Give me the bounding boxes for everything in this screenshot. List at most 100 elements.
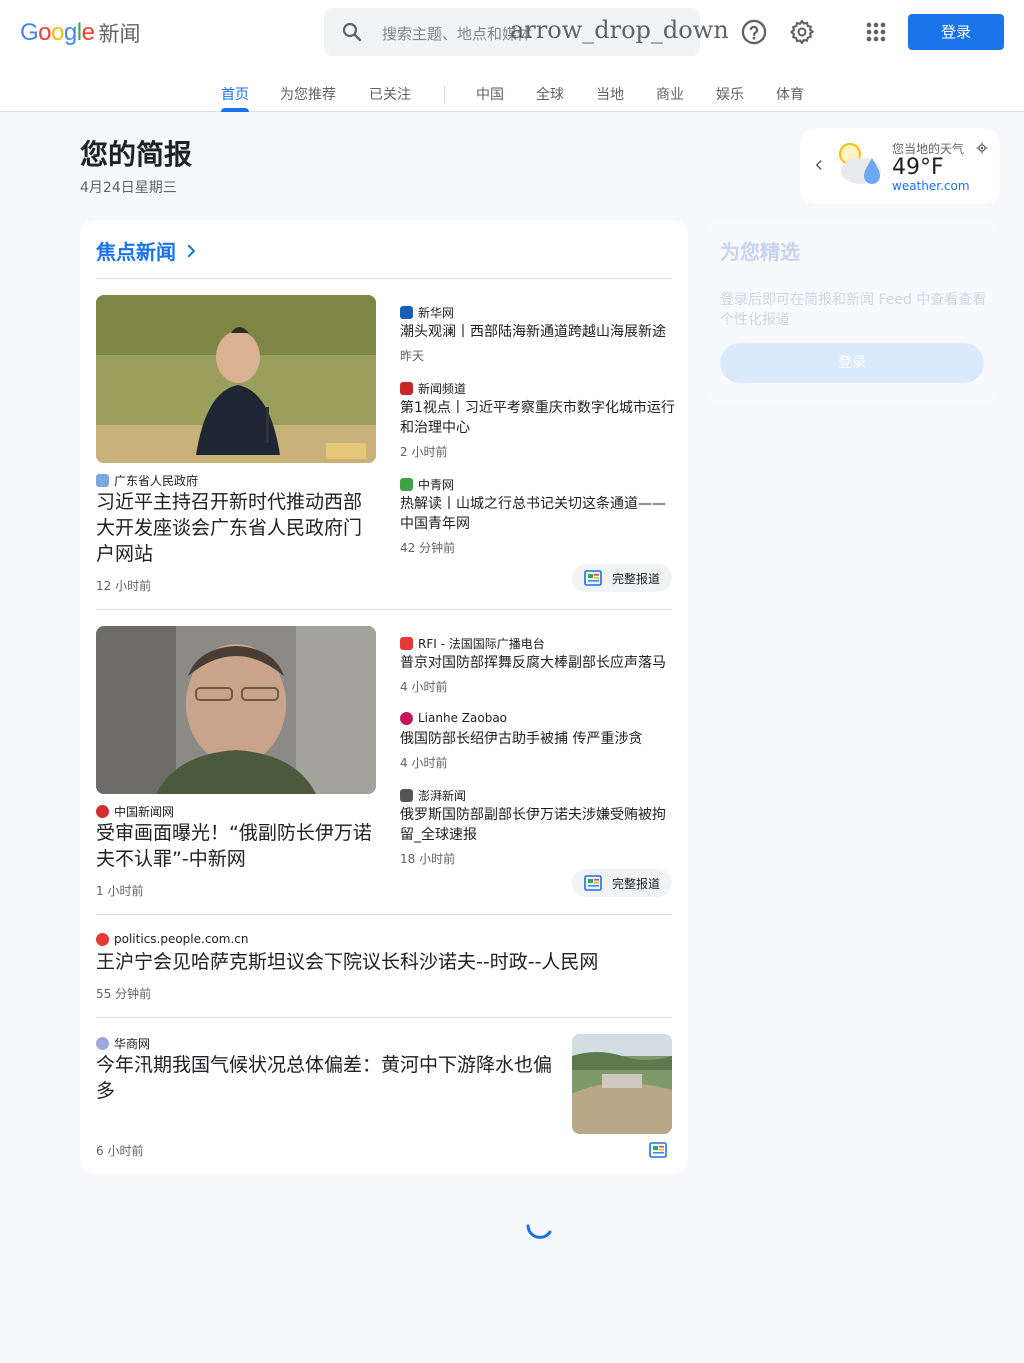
full-coverage-icon [584,570,602,586]
top-stories-card: 焦点新闻 广东省人民政府 习近平主持召开新时代推动西部大开发座谈会广东省人民政府… [80,220,688,1174]
source-news-channel[interactable]: 新闻频道 [400,380,466,397]
source-guangdong-gov[interactable]: 广东省人民政府 [96,472,198,489]
settings-gear-icon[interactable] [788,18,816,46]
source-xinhua[interactable]: 新华网 [400,304,454,321]
search-icon[interactable] [340,20,364,44]
source-rfi[interactable]: RFI - 法国国际广播电台 [400,635,545,652]
tab-for-you[interactable]: 为您推荐 [280,84,336,104]
login-button[interactable]: 登录 [908,14,1004,50]
tab-world[interactable]: 全球 [536,84,564,104]
tab-business[interactable]: 商业 [656,84,684,104]
weather-widget[interactable]: 您当地的天气 49°F weather.com [800,128,1000,204]
source-name: 中国新闻网 [114,805,175,819]
source-favicon [96,932,109,946]
timestamp: 4 小时前 [400,680,448,694]
source-zaobao[interactable]: Lianhe Zaobao [400,711,507,725]
timestamp: 4 小时前 [400,756,448,770]
source-name: 华商网 [114,1037,151,1051]
source-people[interactable]: politics.people.com.cn [96,932,248,946]
timestamp: 1 小时前 [96,884,144,898]
weather-temperature: 49°F [892,155,944,180]
location-icon [976,142,988,154]
source-name: Lianhe Zaobao [418,711,508,725]
divider [96,278,672,279]
headline-related[interactable]: 热解读丨山城之行总书记关切这条通道——中国青年网 [400,494,676,534]
timestamp: 55 分钟前 [96,987,152,1001]
timestamp: 42 分钟前 [400,541,456,555]
source-name: 广东省人民政府 [114,474,199,488]
top-bar: Google 新闻 搜索主题、地点和媒体 arrow_drop_down 登录 … [0,0,1024,112]
briefing-date: 4月24日星期三 [80,180,177,196]
picks-login-button[interactable]: 登录 [720,343,984,383]
top-stories-title[interactable]: 焦点新闻 [96,236,176,265]
picks-title: 为您精选 [720,240,800,264]
flood-photo [572,1034,672,1134]
divider [96,1017,672,1018]
source-favicon [96,474,109,487]
source-favicon [400,637,413,650]
timestamp: 2 小时前 [400,445,448,459]
chevron-left-icon[interactable] [812,158,826,172]
timestamp: 12 小时前 [96,579,152,593]
active-tab-indicator [221,108,249,112]
tab-home[interactable]: 首页 [221,84,249,104]
full-coverage-button[interactable]: 完整报道 [572,564,673,592]
story-image-courtroom[interactable] [96,626,376,794]
weather-sun-rain-icon [839,143,881,184]
full-coverage-icon [584,875,602,891]
source-favicon [400,306,413,319]
headline-related[interactable]: 俄国防部长绍伊古助手被捕 传严重涉贪 [400,729,676,749]
tab-local[interactable]: 当地 [596,84,624,104]
nav-tabs: 首页 为您推荐 已关注 中国 全球 当地 商业 娱乐 体育 [0,80,1024,112]
top-stories-heading[interactable]: 焦点新闻 [96,236,200,265]
full-coverage-label: 完整报道 [612,571,661,586]
source-chinanews[interactable]: 中国新闻网 [96,803,174,820]
courtroom-photo [96,626,376,794]
tab-entertainment[interactable]: 娱乐 [716,84,744,104]
source-name: 澎湃新闻 [418,789,467,803]
divider [96,609,672,610]
full-coverage-icon[interactable] [649,1142,667,1158]
source-favicon [96,1037,109,1050]
headline-related[interactable]: 第1视点丨习近平考察重庆市数字化城市运行和治理中心 [400,398,676,438]
source-hsw[interactable]: 华商网 [96,1035,150,1052]
picks-text: 登录后即可在简报和新闻 Feed 中查看查看个性化报道 [720,292,987,328]
search-dropdown-icon[interactable]: arrow_drop_down [510,16,729,44]
loading-spinner-icon [526,1224,552,1239]
source-favicon [400,711,413,725]
chevron-right-icon[interactable] [182,242,200,260]
full-coverage-button[interactable]: 完整报道 [572,869,673,897]
meeting-photo [96,295,376,463]
search-box[interactable]: 搜索主题、地点和媒体 arrow_drop_down [324,8,729,56]
tab-following[interactable]: 已关注 [369,84,411,104]
source-name: 新闻频道 [418,382,467,396]
headline-related[interactable]: 潮头观澜丨西部陆海新通道跨越山海展新途 [400,322,676,342]
headline-related[interactable]: 普京对国防部挥舞反腐大棒副部长应声落马 [400,653,676,673]
source-favicon [400,789,413,802]
source-name: 新华网 [418,306,455,320]
source-favicon [400,478,413,491]
apps-grid-icon[interactable] [862,18,890,46]
headline-main[interactable]: 受审画面曝光！“俄副防长伊万诺夫不认罪”-中新网 [96,820,380,872]
full-coverage-label: 完整报道 [612,876,661,891]
source-thepaper[interactable]: 澎湃新闻 [400,787,466,804]
weather-source-link[interactable]: weather.com [892,179,970,193]
timestamp: 18 小时前 [400,852,456,866]
story-image-flood[interactable] [572,1034,672,1134]
story-image-meeting[interactable] [96,295,376,463]
source-youth-net[interactable]: 中青网 [400,476,454,493]
divider [96,914,672,915]
headline-main[interactable]: 今年汛期我国气候状况总体偏差：黄河中下游降水也偏多 [96,1052,558,1104]
source-name: politics.people.com.cn [114,932,249,946]
headline-main[interactable]: 王沪宁会见哈萨克斯坦议会下院议长科沙诺夫--时政--人民网 [96,949,672,975]
google-news-logo[interactable]: Google 新闻 [20,18,140,48]
headline-main[interactable]: 习近平主持召开新时代推动西部大开发座谈会广东省人民政府门户网站 [96,489,380,567]
tab-divider [444,86,445,104]
headline-related[interactable]: 俄罗斯国防部副部长伊万诺夫涉嫌受贿被拘留_全球速报 [400,805,676,845]
help-icon[interactable] [740,18,768,46]
tab-china[interactable]: 中国 [476,84,504,104]
tab-sports[interactable]: 体育 [776,84,804,104]
product-name: 新闻 [98,22,141,46]
picks-for-you-card: 为您精选 登录后即可在简报和新闻 Feed 中查看查看个性化报道 登录 [704,220,1000,404]
source-name: 中青网 [418,478,455,492]
